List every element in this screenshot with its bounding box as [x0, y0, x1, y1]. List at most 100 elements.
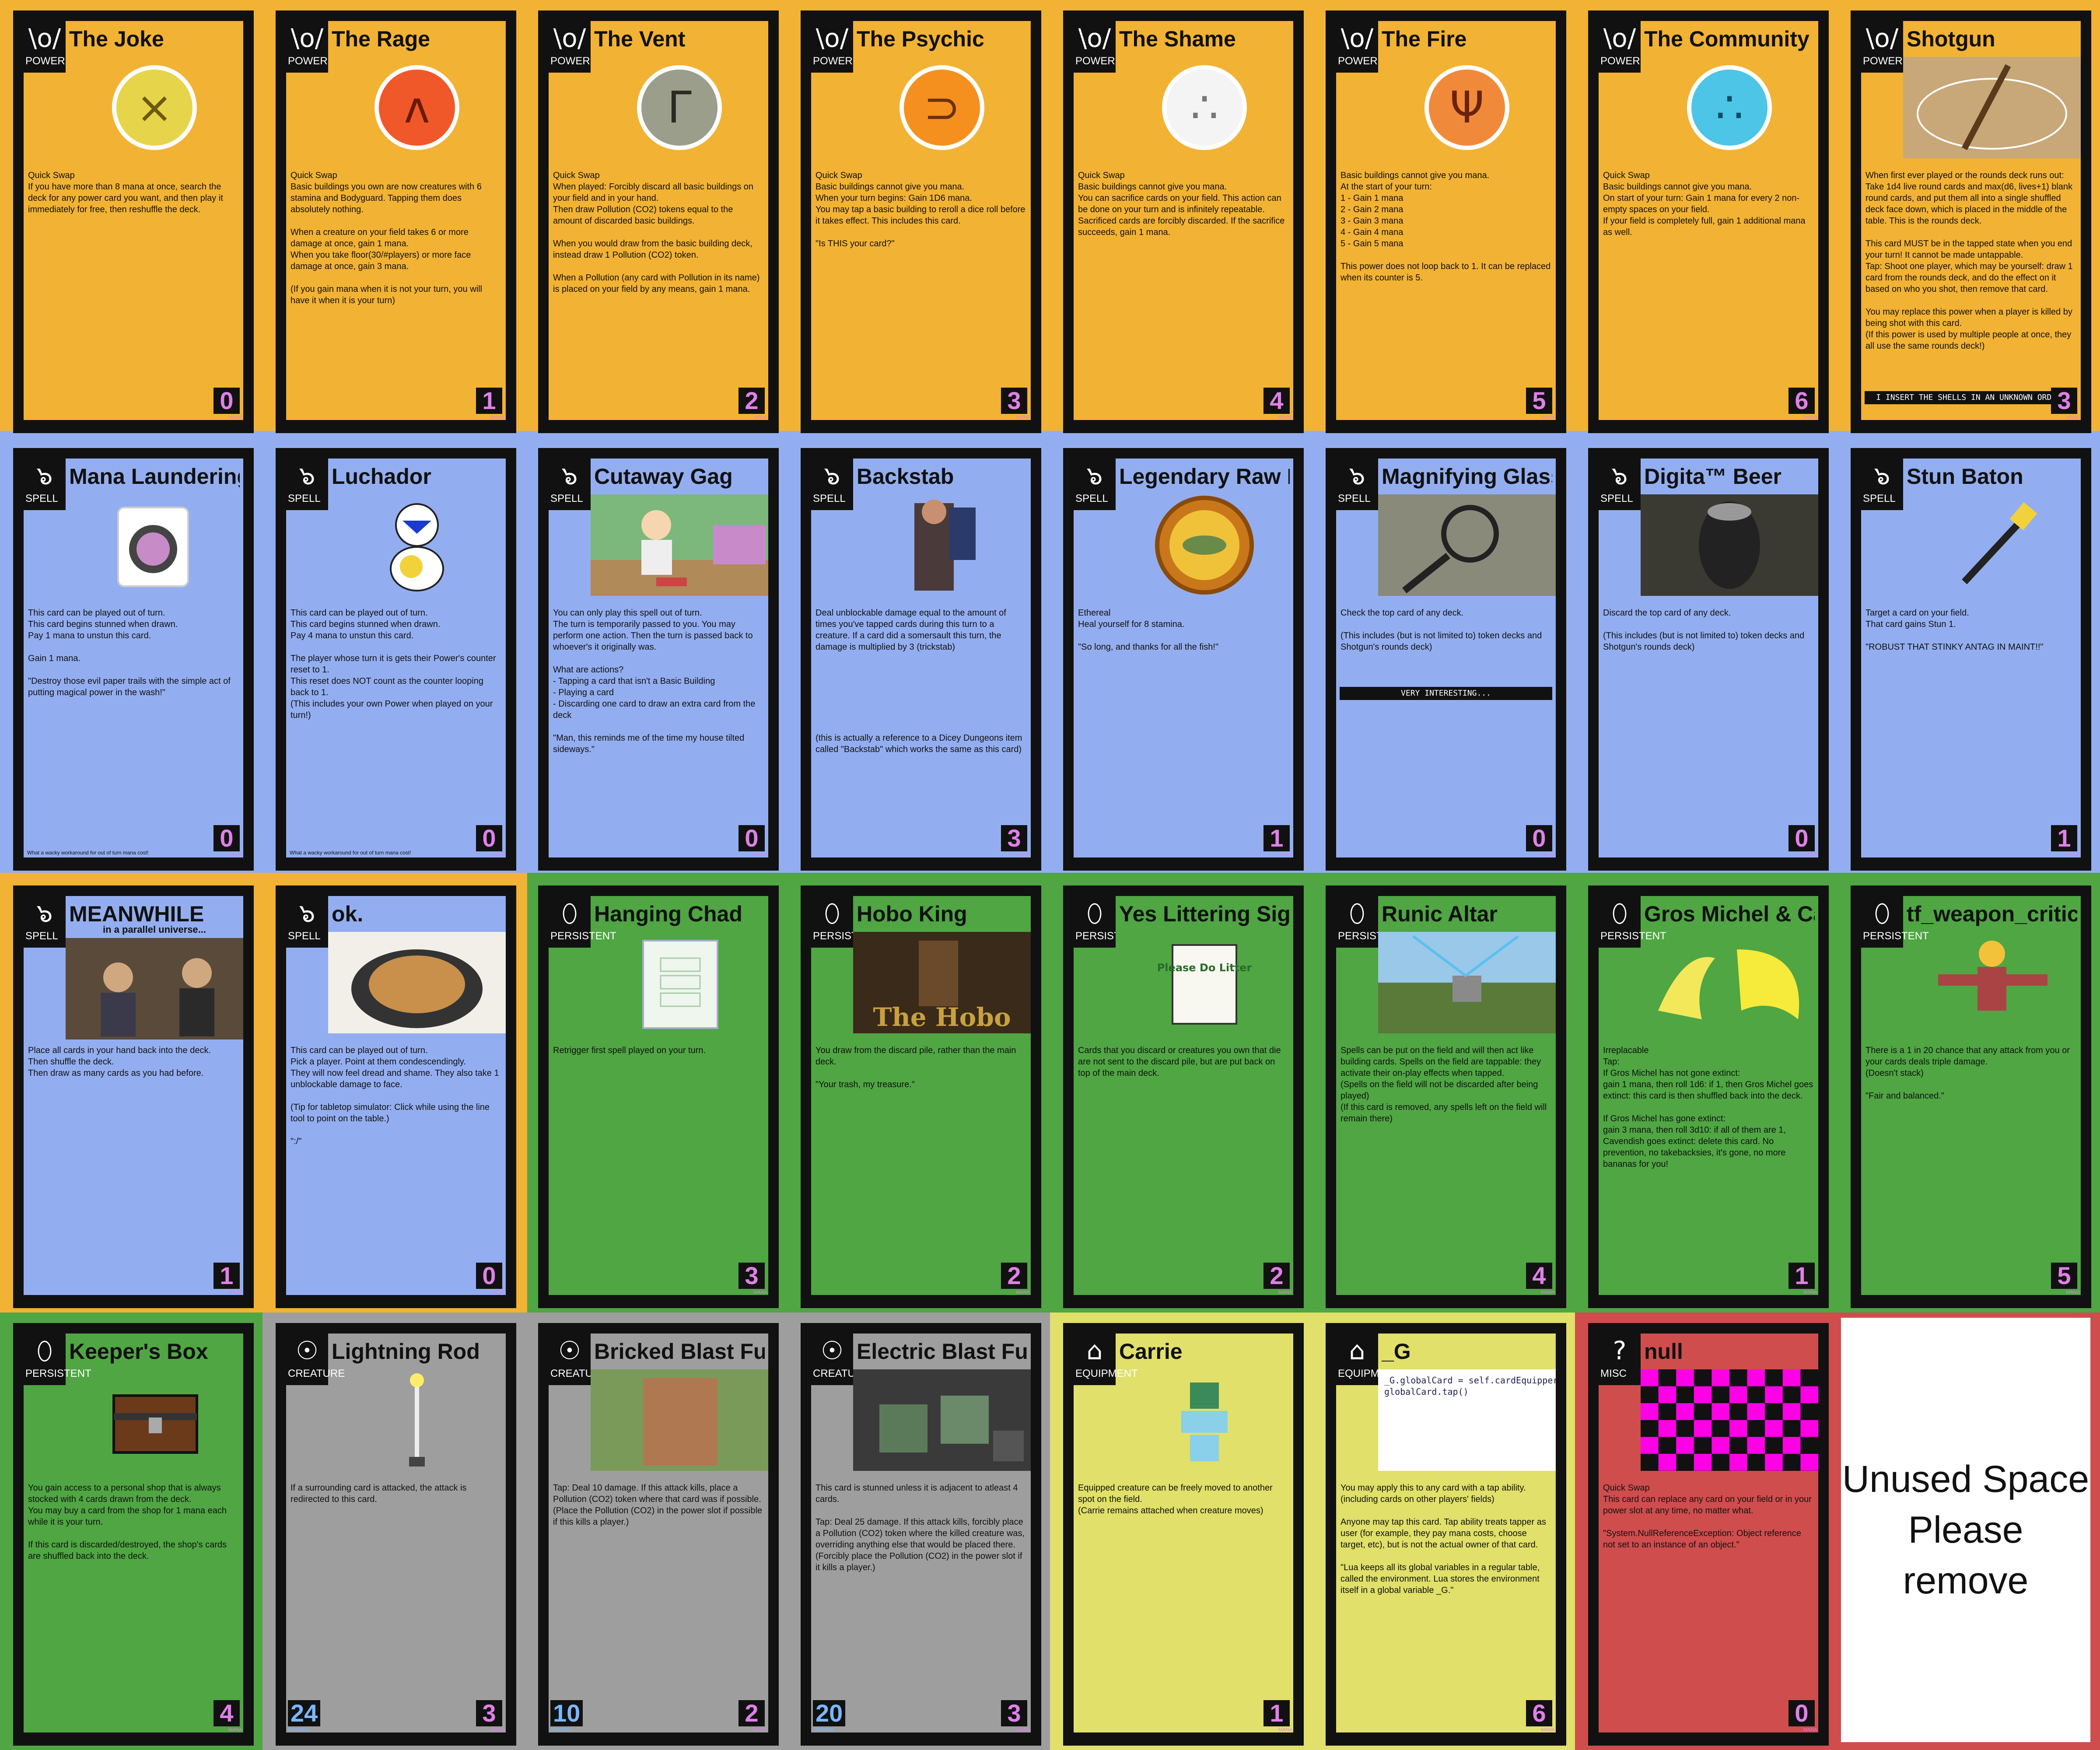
person-icon: \o/ — [553, 23, 586, 53]
mana-cost: 0 — [1788, 825, 1815, 851]
card-art — [1903, 57, 2081, 158]
card-joke[interactable]: \o/ POWER The Joke ⨯ Quick Swap If you ha… — [13, 10, 254, 433]
type-badge: ? MISC — [1599, 1334, 1641, 1385]
mana-cost: 5 — [2051, 1263, 2077, 1289]
card-type: CREATURE — [550, 1368, 608, 1379]
mana-cost: 3 — [2051, 388, 2077, 414]
face-icon: ☉ — [821, 1336, 844, 1365]
card-null[interactable]: ? MISC null Quick Swap This card can rep… — [1588, 1323, 1829, 1746]
card-text: If a surrounding card is attacked, the a… — [286, 1478, 506, 1732]
card-type: POWER — [1863, 55, 1903, 67]
mana-unit: MANA — [1278, 415, 1292, 420]
card-community[interactable]: \o/ POWER The Community ∴ Quick Swap Basi… — [1588, 10, 1829, 433]
egg-icon: ⬯ — [36, 1336, 53, 1365]
card-art: Please Do Litter — [1116, 932, 1293, 1033]
mana-cost: 1 — [2051, 825, 2077, 851]
card-tf-crits[interactable]: ⬯ PERSISTENT tf_weapon_criticals 1 There… — [1851, 886, 2091, 1308]
type-badge: ⬯ PERSISTENT — [811, 896, 879, 948]
card-littering-sign[interactable]: ⬯ PERSISTENT Yes Littering Sign Please Do… — [1063, 886, 1304, 1308]
type-badge: ๖ SPELL — [1074, 458, 1116, 510]
card-title: The Vent — [594, 27, 686, 51]
card-mana-laundering[interactable]: ๖ SPELL Mana Laundering This card can be… — [13, 448, 254, 871]
card-art — [853, 1369, 1031, 1471]
card-title: The Shame — [1119, 27, 1236, 51]
card-raw-fish[interactable]: ๖ SPELL Legendary Raw Fish Ethereal Heal… — [1063, 448, 1304, 871]
card-title: Stun Baton — [1907, 464, 2023, 489]
mana-cost: 3 — [738, 1263, 765, 1289]
card-shotgun[interactable]: \o/ POWER Shotgun When first ever played… — [1851, 10, 2091, 433]
card-text: Quick Swap If you have more than 8 mana … — [24, 165, 243, 420]
card-psychic[interactable]: \o/ POWER The Psychic ⊃ Quick Swap Basic … — [801, 10, 1041, 433]
card-electric-furnace[interactable]: ☉ CREATURE Electric Blast Furnace This c… — [801, 1323, 1041, 1746]
card-fire[interactable]: \o/ POWER The Fire Ψ Basic buildings cann… — [1326, 10, 1566, 433]
card-shame[interactable]: \o/ POWER The Shame ∴ Quick Swap Basic bu… — [1063, 10, 1304, 433]
card-gros-michel[interactable]: ⬯ PERSISTENT Gros Michel & Cavendish Irr… — [1588, 886, 1829, 1308]
card-cutaway-gag[interactable]: ๖ SPELL Cutaway Gag You can only play th… — [538, 448, 779, 871]
card-title: The Rage — [332, 27, 430, 51]
type-badge: \o/ POWER — [286, 21, 328, 73]
unused-space: Unused Space Please remove — [1841, 1318, 2090, 1742]
card-banner: VERY INTERESTING... — [1340, 687, 1552, 700]
card-type: SPELL — [1338, 493, 1371, 504]
svg-text:⊃: ⊃ — [924, 82, 960, 133]
spiral-icon: ๖ — [299, 898, 315, 928]
egg-icon: ⬯ — [1874, 898, 1890, 928]
card-type: PERSISTENT — [1075, 930, 1141, 942]
card-g[interactable]: ⌂ EQUIPMENT _G _G.globalCard = self.cardE… — [1326, 1323, 1566, 1746]
type-badge: ๖ SPELL — [1861, 458, 1903, 510]
card-title: Mana Laundering — [69, 464, 240, 489]
card-title: Lightning Rod — [332, 1339, 480, 1364]
mana-unit: MANA — [1541, 1290, 1555, 1295]
card-text: Quick Swap Basic buildings cannot give y… — [1599, 165, 1818, 420]
type-badge: \o/ POWER — [1861, 21, 1903, 73]
card-bricked-furnace[interactable]: ☉ CREATURE Bricked Blast Furnace Tap: De… — [538, 1323, 779, 1746]
code-line: _G.globalCard = self.cardEquipper — [1384, 1375, 1556, 1386]
mana-unit: MANA — [1016, 1290, 1030, 1295]
card-text: Tap: Deal 10 damage. If this attack kill… — [549, 1478, 768, 1732]
card-hobo-king[interactable]: ⬯ PERSISTENT Hobo King The Hobo You draw … — [801, 886, 1041, 1308]
mana-cost: 2 — [1001, 1263, 1027, 1289]
type-badge: ☉ CREATURE — [811, 1334, 870, 1385]
mana-cost: 6 — [1788, 388, 1815, 414]
card-type: CREATURE — [813, 1368, 870, 1379]
card-art: The Hobo — [853, 932, 1031, 1033]
mana-unit: MANA — [1278, 1727, 1292, 1732]
card-lightning-rod[interactable]: ☉ CREATURE Lightning Rod If a surroundin… — [276, 1323, 516, 1746]
card-type: POWER — [1338, 55, 1378, 67]
card-text: Quick Swap Basic buildings you own are n… — [286, 165, 506, 420]
spiral-icon: ๖ — [1874, 461, 1890, 490]
card-keepers-box[interactable]: ⬯ PERSISTENT Keeper's Box You gain acces… — [13, 1323, 254, 1746]
card-rage[interactable]: \o/ POWER The Rage ʌ Quick Swap Basic bui… — [276, 10, 516, 433]
type-badge: ๖ SPELL — [1599, 458, 1641, 510]
card-stun-baton[interactable]: ๖ SPELL Stun Baton Target a card on your… — [1851, 448, 2091, 871]
robot-icon: ⌂ — [1349, 1336, 1365, 1365]
card-ok[interactable]: ๖ SPELL ok. This card can be played out … — [276, 886, 516, 1308]
card-title: Shotgun — [1907, 27, 1995, 51]
card-digita-beer[interactable]: ๖ SPELL Digita™ Beer Discard the top car… — [1588, 448, 1829, 871]
card-art — [1641, 494, 1818, 596]
card-title: Carrie — [1119, 1339, 1183, 1364]
card-type: POWER — [1600, 55, 1640, 67]
card-vent[interactable]: \o/ POWER The Vent Γ Quick Swap When play… — [538, 10, 779, 433]
card-art: ⨯ — [66, 57, 243, 158]
card-backstab[interactable]: ๖ SPELL Backstab Deal unblockable damage… — [801, 448, 1041, 871]
card-hanging-chad[interactable]: ⬯ PERSISTENT Hanging Chad Retrigger firs… — [538, 886, 779, 1308]
svg-text:Ψ: Ψ — [1450, 82, 1484, 133]
card-text: Target a card on your field. That card g… — [1861, 603, 2081, 858]
card-subtitle: in a parallel universe... — [103, 924, 206, 935]
card-type: SPELL — [25, 930, 58, 942]
card-text: Place all cards in your hand back into t… — [24, 1040, 243, 1295]
type-badge: ๖ SPELL — [1336, 458, 1378, 510]
card-type: POWER — [288, 55, 328, 67]
card-banner: I INSERT THE SHELLS IN AN UNKNOWN ORDER. — [1865, 391, 2077, 404]
mana-unit: MANA — [491, 852, 505, 858]
card-magnifying-glass[interactable]: ๖ SPELL Magnifying Glass Check the top c… — [1326, 448, 1566, 871]
egg-icon: ⬯ — [1611, 898, 1628, 928]
card-type: PERSISTENT — [25, 1368, 91, 1379]
type-badge: ⬯ PERSISTENT — [1074, 896, 1141, 948]
card-meanwhile[interactable]: ๖ SPELL MEANWHILE in a parallel universe.… — [13, 886, 254, 1308]
card-runic-altar[interactable]: ⬯ PERSISTENT Runic Altar Spells can be p… — [1326, 886, 1566, 1308]
card-carrie[interactable]: ⌂ EQUIPMENT Carrie Equipped creature can… — [1063, 1323, 1304, 1746]
card-luchador[interactable]: ๖ SPELL Luchador This card can be played… — [276, 448, 516, 871]
card-art — [328, 1369, 506, 1471]
